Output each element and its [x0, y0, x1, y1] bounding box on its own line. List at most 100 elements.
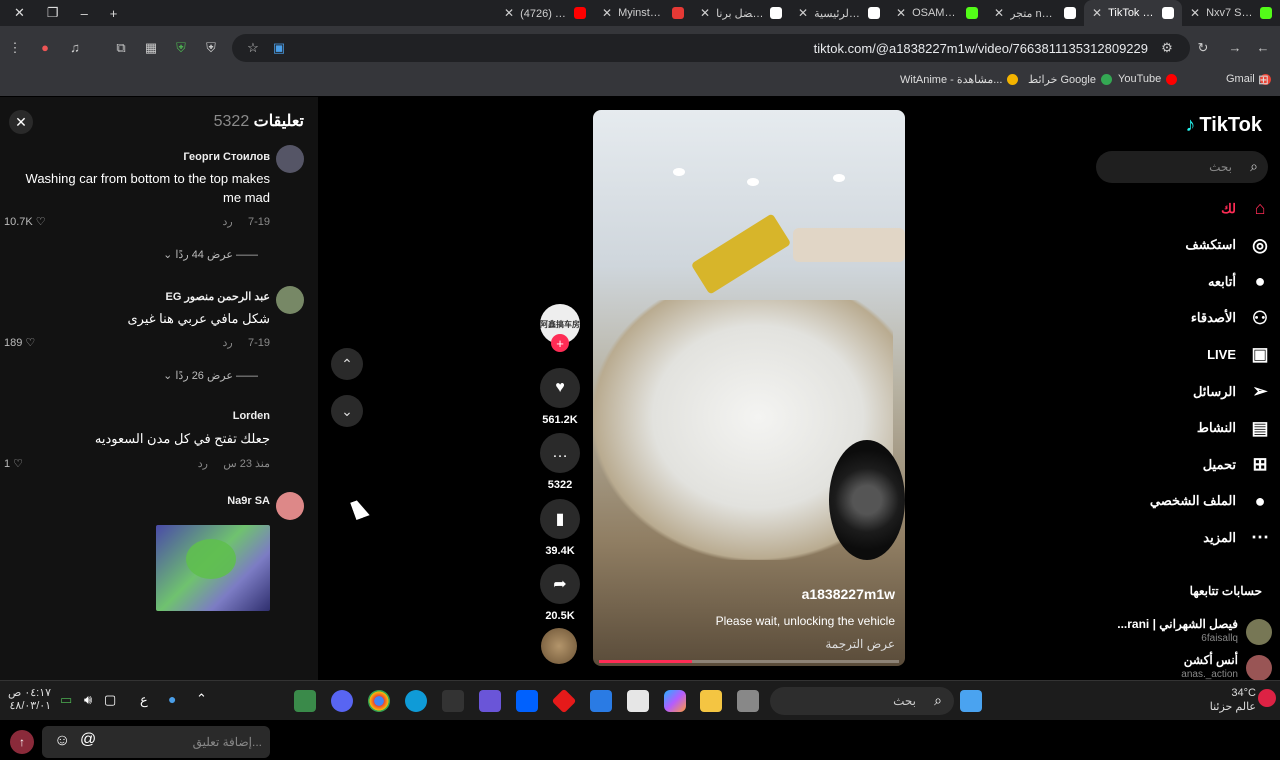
taskbar-app-icon[interactable]: [294, 690, 316, 712]
apps-grid-icon[interactable]: ⊞: [1258, 72, 1269, 88]
game-app-icon[interactable]: [551, 688, 577, 714]
profile-avatar-icon[interactable]: ●: [36, 40, 54, 55]
microphone-icon[interactable]: ●: [168, 691, 176, 707]
video-username[interactable]: a1838227m1w: [802, 586, 895, 602]
close-tab-icon[interactable]: ✕: [896, 6, 906, 20]
copilot-icon[interactable]: [664, 690, 686, 712]
comment-icon[interactable]: …: [540, 433, 580, 473]
mention-icon[interactable]: @: [80, 731, 96, 749]
view-replies-button[interactable]: —— عرض 44 ردًا ⌄: [163, 248, 258, 261]
url-text[interactable]: tiktok.com/@a1838227m1w/video/7663811135…: [814, 41, 1148, 56]
see-translation-link[interactable]: عرض الترجمة: [825, 637, 895, 651]
close-tab-icon[interactable]: ✕: [504, 6, 514, 20]
taskbar-search[interactable]: بحث ⌕: [770, 687, 954, 715]
close-tab-icon[interactable]: ✕: [700, 6, 710, 20]
dropbox-icon[interactable]: [516, 690, 538, 712]
comment-user[interactable]: عبد الرحمن منصور EG: [166, 290, 271, 303]
save-action[interactable]: ▮ 39.4K: [539, 499, 581, 557]
media-control-icon[interactable]: ♫: [66, 40, 84, 55]
tray-chevron-icon[interactable]: ⌃: [196, 691, 207, 707]
sidebar-item-friends[interactable]: ⚇ الأصدقاء: [1191, 308, 1272, 329]
browser-tab[interactable]: متجر nxv7 | أفضل ✕: [986, 0, 1084, 26]
send-arrow-icon[interactable]: ↑: [10, 730, 34, 754]
video-player[interactable]: a1838227m1w Please wait, unlocking the v…: [593, 110, 905, 666]
previous-video-button[interactable]: ⌃: [331, 348, 363, 380]
comment-action[interactable]: … 5322: [539, 433, 581, 491]
network-icon[interactable]: ▢: [104, 692, 116, 708]
followed-account[interactable]: فيصل الشهراني | rani... 6faisallq: [1102, 617, 1272, 649]
sidebar-item-following-avatar[interactable]: ● أتابعه: [1208, 271, 1272, 292]
close-comments-button[interactable]: ✕: [9, 110, 33, 134]
edge-icon[interactable]: [405, 690, 427, 712]
sidebar-item-more[interactable]: ⋯ المزيد: [1203, 527, 1272, 548]
avatar[interactable]: [276, 286, 304, 314]
menu-icon[interactable]: ⋮: [6, 40, 24, 56]
avatar[interactable]: [1246, 619, 1272, 645]
like-action[interactable]: ♥ 561.2K: [539, 368, 581, 426]
puzzle-icon[interactable]: ⧉: [112, 40, 130, 56]
sidebar-item-send[interactable]: ➢ الرسائل: [1193, 381, 1272, 402]
close-tab-icon[interactable]: ✕: [1190, 6, 1200, 20]
comment-user[interactable]: Lorden: [233, 410, 270, 422]
comment-user[interactable]: Na9r SA: [227, 495, 270, 507]
windows-start-icon[interactable]: [960, 690, 982, 712]
comment-user[interactable]: Георги Стоилов: [183, 151, 270, 163]
adblock-icon[interactable]: ⛨: [172, 40, 190, 56]
sidebar-item-home[interactable]: ⌂ لك: [1221, 198, 1272, 219]
vpn-icon[interactable]: [479, 690, 501, 712]
back-icon[interactable]: ←: [1254, 40, 1272, 55]
heart-icon[interactable]: ♥: [540, 368, 580, 408]
share-action[interactable]: ➦ 20.5K: [539, 564, 581, 622]
sidebar-item-profile[interactable]: ● الملف الشخصي: [1150, 491, 1272, 512]
followed-account[interactable]: أنس أكشن anas._action: [1102, 653, 1272, 681]
share-arrow-icon[interactable]: ➦: [540, 564, 580, 604]
forward-icon[interactable]: →: [1226, 40, 1244, 55]
bookmark-item[interactable]: YouTube: [1118, 73, 1178, 85]
comment-likes[interactable]: 10.7K ♡: [4, 215, 46, 228]
reply-button[interactable]: رد: [198, 458, 208, 470]
system-clock[interactable]: ٠٤:١٧ ص ٤٨/٠٣/٠١: [8, 687, 51, 713]
shield-icon[interactable]: ⛨: [202, 40, 220, 56]
video-progress-bar[interactable]: [599, 660, 899, 663]
bookmark-item[interactable]: WitAnime - مشاهدة...: [900, 73, 1019, 86]
chrome-icon[interactable]: [368, 690, 390, 712]
music-disc-icon[interactable]: [541, 628, 577, 664]
epic-games-icon[interactable]: [442, 690, 464, 712]
weather-widget[interactable]: 34°C عالم حزئنا: [1210, 686, 1256, 714]
sidebar-item-activity[interactable]: ▤ النشاط: [1197, 418, 1272, 439]
follow-plus-button[interactable]: +: [551, 334, 569, 352]
close-tab-icon[interactable]: ✕: [602, 6, 612, 20]
browser-tab[interactable]: TikTok - Make ✕: [1084, 0, 1182, 26]
site-settings-icon[interactable]: ⚙: [1158, 40, 1176, 56]
mail-icon[interactable]: [590, 690, 612, 712]
extension-icon[interactable]: ▣: [270, 40, 288, 56]
maximize-icon[interactable]: ❐: [47, 5, 59, 21]
new-tab-icon[interactable]: +: [110, 6, 118, 21]
file-explorer-icon[interactable]: [700, 690, 722, 712]
browser-tab[interactable]: Myinstants | The ✕: [594, 0, 692, 26]
browser-tab[interactable]: OSAMAH Stream ✕: [888, 0, 986, 26]
minimize-icon[interactable]: –: [81, 6, 88, 21]
avatar[interactable]: [1246, 655, 1272, 681]
reply-button[interactable]: رد: [222, 216, 232, 228]
sidebar-item-upload[interactable]: ⊞ تحميل: [1203, 454, 1272, 475]
view-replies-button[interactable]: —— عرض 26 ردًا ⌄: [163, 369, 258, 382]
volume-icon[interactable]: 🔊︎: [84, 692, 92, 708]
sidebar-item-live[interactable]: ▣ LIVE: [1207, 344, 1272, 365]
tiktok-logo[interactable]: ♪ TikTok: [1185, 114, 1262, 137]
close-tab-icon[interactable]: ✕: [798, 6, 808, 20]
task-view-icon[interactable]: [737, 690, 759, 712]
browser-tab[interactable]: الرئيسية \ X ✕: [790, 0, 888, 26]
browser-tab[interactable]: Nxv7 Stream - W ✕: [1182, 0, 1280, 26]
browser-tab[interactable]: الولاء | أفضل برنا ✕: [692, 0, 790, 26]
discord-icon[interactable]: [331, 690, 353, 712]
search-icon[interactable]: ⌕: [1250, 158, 1258, 175]
browser-tab[interactable]: (4726) طريقة انش ✕: [496, 0, 594, 26]
close-window-icon[interactable]: ✕: [14, 5, 25, 21]
bookmark-icon[interactable]: ▮: [540, 499, 580, 539]
next-video-button[interactable]: ⌄: [331, 395, 363, 427]
avatar[interactable]: [276, 145, 304, 173]
battery-icon[interactable]: ▭: [60, 692, 72, 708]
store-icon[interactable]: [627, 690, 649, 712]
comment-likes[interactable]: 1 ♡: [4, 457, 23, 470]
